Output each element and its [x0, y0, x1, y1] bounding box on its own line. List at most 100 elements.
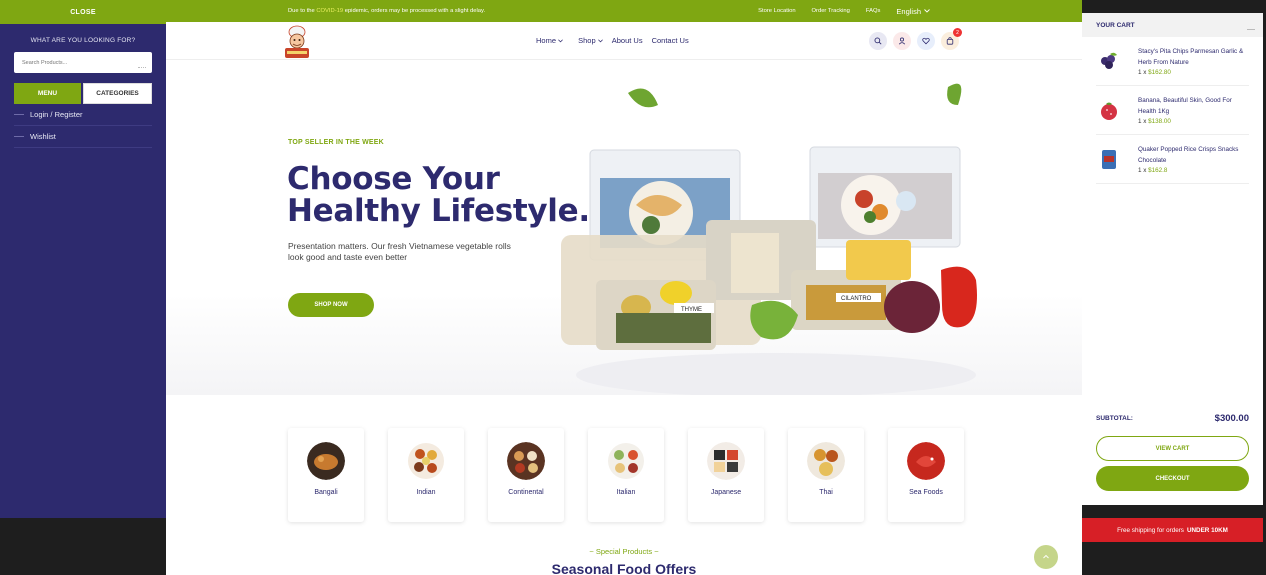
dash-icon [14, 136, 24, 137]
cart-item: Stacy's Pita Chips Parmesan Garlic & Her… [1096, 37, 1249, 86]
close-menu-button[interactable]: CLOSE [0, 0, 166, 24]
category-label: Bangali [314, 489, 338, 496]
nav-item-shop[interactable]: Shop [578, 36, 603, 45]
nav-item-contact[interactable]: Contact Us [652, 36, 689, 45]
search-button[interactable] [869, 32, 887, 50]
link-order-tracking[interactable]: Order Tracking [812, 8, 850, 14]
menu-item-label: Wishlist [30, 132, 56, 141]
main-navbar: Home Shop About Us Contact Us 2 [166, 22, 1082, 60]
cart-item-info: Quaker Popped Rice Crisps Snacks Chocola… [1138, 144, 1249, 174]
search-box[interactable] [14, 52, 152, 73]
side-menu-panel: CLOSE WHAT ARE YOU LOOKING FOR? MENU CAT… [0, 0, 166, 518]
category-label: Italian [616, 489, 636, 496]
leaf-icon [947, 83, 962, 105]
arrow-up-icon [1043, 554, 1049, 559]
top-notice-bar: Due to the COVID-19 epidemic, orders may… [166, 0, 1082, 22]
category-label: Indian [416, 489, 436, 496]
category-label: Sea Foods [909, 489, 943, 496]
cart-item-price: 1 x $162.8 [1138, 167, 1249, 174]
cart-item-qty: 1 x [1138, 118, 1149, 125]
chevron-down-icon [597, 39, 603, 43]
cart-item-name[interactable]: Quaker Popped Rice Crisps Snacks Chocola… [1138, 144, 1249, 166]
category-card-indian[interactable]: Indian [388, 428, 464, 522]
menu-tabs: MENU CATEGORIES [14, 83, 152, 104]
account-button[interactable] [893, 32, 911, 50]
subtotal-label: SUBTOTAL: [1096, 415, 1133, 422]
meal-kit-image: THYME CILANTRO [561, 83, 977, 395]
continental-dish-icon [507, 442, 545, 480]
cart-item-price: 1 x $162.80 [1138, 69, 1249, 76]
leaf-icon [628, 88, 658, 108]
pack-label-cilantro: CILANTRO [841, 296, 872, 302]
cart-item: Quaker Popped Rice Crisps Snacks Chocola… [1096, 135, 1249, 184]
nav-item-home[interactable]: Home [536, 36, 563, 45]
cart-subtotal: SUBTOTAL: $300.00 [1096, 413, 1249, 424]
seafood-dish-icon [907, 442, 945, 480]
cart-item-name[interactable]: Stacy's Pita Chips Parmesan Garlic & Her… [1138, 46, 1249, 68]
search-input[interactable] [22, 59, 144, 66]
search-underline-icon [138, 67, 146, 68]
notice-prefix: Due to the [288, 8, 317, 14]
search-heading: WHAT ARE YOU LOOKING FOR? [30, 37, 136, 44]
top-links: Store Location Order Tracking FAQs Engli… [758, 7, 1082, 16]
chef-logo-icon[interactable] [281, 24, 313, 60]
shipping-text: Free shipping for orders [1117, 526, 1184, 534]
cart-item-info: Stacy's Pita Chips Parmesan Garlic & Her… [1138, 46, 1249, 76]
cart-item-qty: 1 x [1138, 167, 1149, 174]
category-label: Thai [819, 489, 833, 496]
category-card-italian[interactable]: Italian [588, 428, 664, 522]
nav-item-about[interactable]: About Us [612, 36, 643, 45]
grapes-thumbnail-icon[interactable] [1096, 48, 1122, 74]
menu-item-wishlist[interactable]: Wishlist [14, 126, 152, 148]
language-selector[interactable]: English [896, 7, 930, 16]
cart-button[interactable]: 2 [941, 28, 962, 50]
category-card-bangali[interactable]: Bangali [288, 428, 364, 522]
nav-label: Shop [578, 36, 596, 45]
dash-icon [14, 114, 24, 115]
category-card-thai[interactable]: Thai [788, 428, 864, 522]
covid-highlight: COVID-19 [316, 8, 344, 14]
shop-now-button[interactable]: SHOP NOW [288, 293, 374, 317]
cart-item-name[interactable]: Banana, Beautiful Skin, Good For Health … [1138, 95, 1249, 117]
shopping-bag-icon [946, 37, 954, 45]
link-faqs[interactable]: FAQs [866, 8, 881, 14]
hero-banner: TOP SELLER IN THE WEEK Choose Your Health… [166, 60, 1082, 395]
bangali-dish-icon [307, 442, 345, 480]
category-card-seafoods[interactable]: Sea Foods [888, 428, 964, 522]
cart-item-qty: 1 x [1138, 69, 1149, 76]
wishlist-button[interactable] [917, 32, 935, 50]
italian-dish-icon [608, 443, 644, 479]
category-label: Japanese [710, 489, 742, 496]
category-card-continental[interactable]: Continental [488, 428, 564, 522]
hero-kicker: TOP SELLER IN THE WEEK [288, 139, 384, 146]
berry-thumbnail-icon[interactable] [1096, 97, 1122, 123]
hero-title-line1: Choose Your [287, 161, 500, 197]
category-card-japanese[interactable]: Japanese [688, 428, 764, 522]
menu-item-login[interactable]: Login / Register [14, 104, 152, 126]
screen: CLOSE WHAT ARE YOU LOOKING FOR? MENU CAT… [0, 0, 1266, 575]
checkout-button[interactable]: CHECKOUT [1096, 466, 1249, 491]
japanese-dish-icon [707, 442, 745, 480]
indian-dish-icon [408, 443, 444, 479]
scroll-top-button[interactable] [1034, 545, 1058, 569]
cart-item-price: 1 x $138.00 [1138, 118, 1249, 125]
nav-actions: 2 [869, 28, 962, 50]
cart-count-badge: 2 [953, 28, 962, 37]
menu-item-label: Login / Register [30, 110, 83, 119]
close-cart-icon[interactable] [1247, 29, 1255, 30]
link-store-location[interactable]: Store Location [758, 8, 795, 14]
tab-categories[interactable]: CATEGORIES [83, 83, 152, 104]
search-icon [874, 37, 882, 45]
nav-label: Home [536, 36, 557, 45]
chevron-down-icon [558, 39, 563, 43]
tab-menu[interactable]: MENU [14, 83, 81, 104]
cart-header: YOUR CART [1082, 13, 1263, 37]
subtotal-value: $300.00 [1214, 413, 1249, 424]
pack-label-thyme: THYME [681, 307, 702, 313]
view-cart-button[interactable]: VIEW CART [1096, 436, 1249, 461]
free-shipping-banner: Free shipping for orders UNDER 10KM [1082, 518, 1263, 542]
cart-item-amount: $162.8 [1148, 167, 1168, 174]
main-page: Due to the COVID-19 epidemic, orders may… [166, 0, 1082, 575]
section-title: Seasonal Food Offers [551, 561, 697, 575]
snack-bag-thumbnail-icon[interactable] [1096, 146, 1122, 172]
